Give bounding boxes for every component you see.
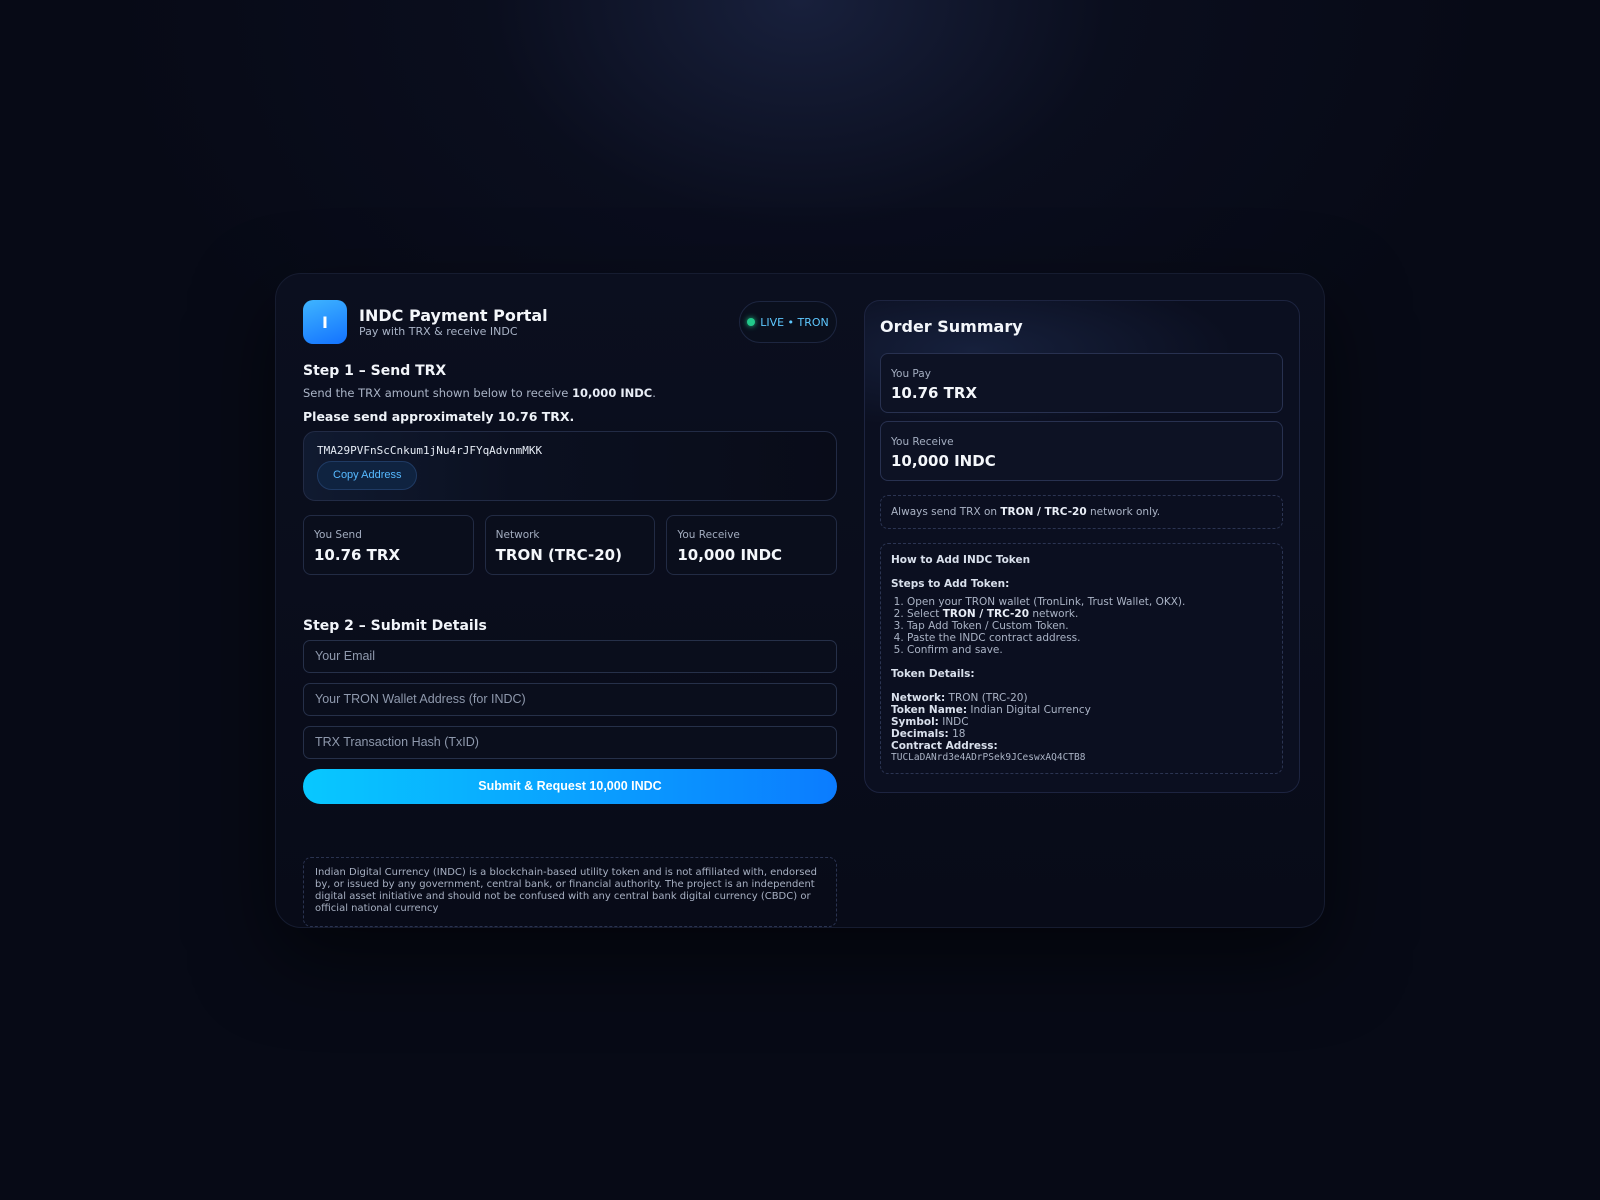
order-summary-title: Order Summary	[880, 317, 1023, 336]
order-summary-panel: Order Summary You Pay 10.76 TRX You Rece…	[864, 300, 1300, 793]
list-item: Confirm and save.	[907, 644, 1272, 656]
deposit-address-box: TMA29PVFnScCnkum1jNu4rJFYqAdvnmMKK Copy …	[303, 431, 837, 501]
status-dot-icon	[747, 318, 756, 326]
token-details: Network: TRON (TRC-20) Token Name: India…	[891, 692, 1272, 764]
app-title: INDC Payment Portal	[359, 305, 548, 325]
stat-you-receive: You Receive 10,000 INDC	[666, 515, 838, 575]
list-item: Open your TRON wallet (TronLink, Trust W…	[907, 596, 1272, 608]
list-item: Tap Add Token / Custom Token.	[907, 620, 1272, 632]
add-token-guide: How to Add INDC Token Steps to Add Token…	[880, 543, 1283, 774]
status-label: LIVE • TRON	[760, 315, 829, 329]
step2-heading: Step 2 – Submit Details	[303, 618, 487, 634]
copy-address-button[interactable]: Copy Address	[317, 461, 418, 490]
payment-panel: I INDC Payment Portal Pay with TRX & rec…	[303, 300, 838, 927]
step1-heading: Step 1 – Send TRX	[303, 363, 447, 379]
steps-list: Open your TRON wallet (TronLink, Trust W…	[891, 596, 1272, 656]
step1-description: Send the TRX amount shown below to recei…	[303, 386, 656, 400]
detail-token-name: Token Name: Indian Digital Currency	[891, 704, 1091, 716]
network-warning-note: Always send TRX on TRON / TRC-20 network…	[880, 495, 1283, 529]
detail-contract-label: Contract Address:	[891, 740, 998, 752]
disclaimer-text: Indian Digital Currency (INDC) is a bloc…	[303, 857, 837, 927]
detail-symbol: Symbol: INDC	[891, 716, 969, 728]
send-amount-instruction: Please send approximately 10.76 TRX.	[303, 409, 575, 424]
wallet-address-field[interactable]: Your TRON Wallet Address (for INDC)	[303, 683, 837, 716]
stat-network: Network TRON (TRC-20)	[484, 515, 656, 575]
stat-you-send: You Send 10.76 TRX	[303, 515, 474, 575]
steps-heading: Steps to Add Token:	[891, 578, 1010, 590]
app-subtitle: Pay with TRX & receive INDC	[359, 324, 518, 338]
submit-request-button[interactable]: Submit & Request 10,000 INDC	[303, 769, 837, 804]
live-status-badge: LIVE • TRON	[739, 301, 837, 343]
detail-decimals: Decimals: 18	[891, 728, 966, 740]
guide-title: How to Add INDC Token	[891, 554, 1031, 566]
txid-field[interactable]: TRX Transaction Hash (TxID)	[303, 726, 837, 759]
list-item: Paste the INDC contract address.	[907, 632, 1272, 644]
app-logo: I	[303, 300, 347, 344]
contract-address[interactable]: TUCLaDANrd3e4ADrPSek9JCeswxAQ4CTB8	[891, 752, 1272, 764]
transfer-stats: You Send 10.76 TRX Network TRON (TRC-20)…	[303, 515, 838, 575]
payment-card: I INDC Payment Portal Pay with TRX & rec…	[275, 273, 1325, 928]
you-pay-box: You Pay 10.76 TRX	[880, 353, 1283, 413]
token-details-heading: Token Details:	[891, 668, 975, 680]
detail-network: Network: TRON (TRC-20)	[891, 692, 1028, 704]
deposit-address: TMA29PVFnScCnkum1jNu4rJFYqAdvnmMKK	[317, 444, 543, 457]
you-receive-box: You Receive 10,000 INDC	[880, 421, 1283, 481]
list-item: Select TRON / TRC-20 network.	[907, 608, 1272, 620]
email-field[interactable]: Your Email	[303, 640, 837, 673]
